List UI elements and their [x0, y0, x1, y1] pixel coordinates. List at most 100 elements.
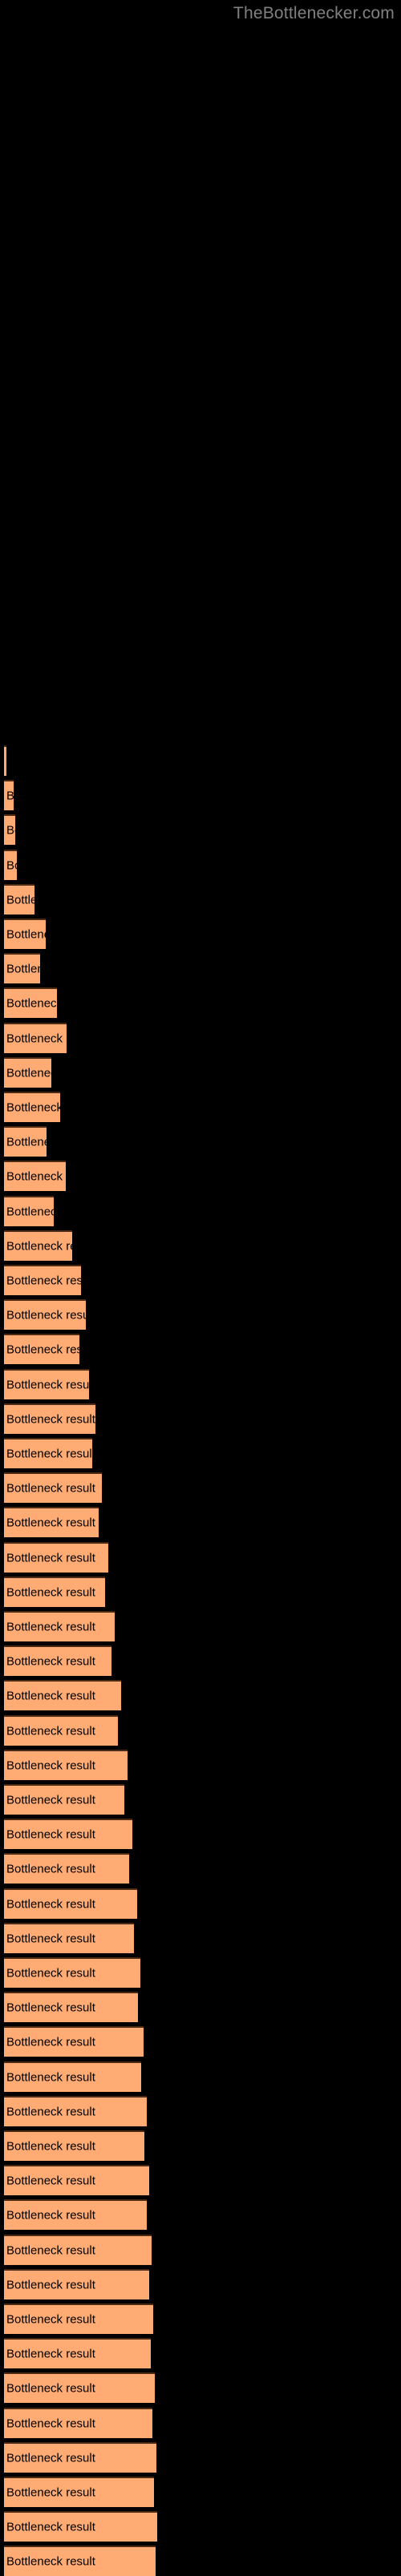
chart-bar[interactable]: Bottleneck result — [4, 1265, 81, 1295]
bar-value-label: Bottleneck result — [6, 2139, 95, 2154]
chart-bar[interactable]: Bottleneck result — [4, 2303, 153, 2334]
bar-value-label: Bottleneck result — [6, 1135, 47, 1149]
chart-bar[interactable]: Bottleneck result — [4, 1161, 66, 1192]
chart-bar[interactable]: Bottleneck result — [4, 919, 46, 949]
bar-row: Bottleneck result — [4, 1888, 137, 1919]
chart-bar[interactable]: Bottleneck result — [4, 1645, 111, 1677]
chart-bar[interactable]: Bottleneck result — [4, 1229, 72, 1261]
bar-row: Bottleneck result — [4, 1611, 115, 1641]
chart-bar[interactable]: Bottleneck result — [4, 849, 17, 880]
chart-bar[interactable]: Bottleneck result — [4, 1611, 115, 1641]
chart-bar[interactable]: Bottleneck result — [4, 2165, 149, 2196]
chart-bar[interactable]: Bottleneck result — [4, 1334, 79, 1365]
bar-value-label: Bottleneck result — [6, 2070, 95, 2085]
chart-bar[interactable]: Bottleneck result — [4, 1576, 105, 1607]
bottleneck-bar-chart: Bottleneck result Bottleneck result Bottle… — [0, 0, 401, 2576]
bar-value-label: Bottleneck result — [6, 1100, 60, 1115]
bar-value-label: Bottleneck result — [6, 2105, 95, 2119]
chart-bar[interactable]: Bottleneck result — [4, 1922, 134, 1953]
chart-bar[interactable]: Bottleneck result — [4, 1403, 95, 1434]
chart-bar[interactable]: Bottleneck result — [4, 1092, 60, 1122]
chart-bar[interactable]: Bottleneck result — [4, 1022, 67, 1053]
bar-row: Bottleneck result — [4, 2234, 152, 2265]
bar-value-label: Bottleneck result — [6, 1447, 92, 1461]
chart-bar[interactable]: Bottleneck result — [4, 780, 14, 811]
bar-value-label: Bottleneck result — [6, 2035, 95, 2049]
bar-row: Bottleneck result — [4, 1853, 129, 1884]
bar-value-label: Bottleneck result — [6, 790, 14, 802]
chart-bar[interactable]: Bottleneck result — [4, 1819, 132, 1850]
bar-value-label: Bottleneck result — [6, 1481, 95, 1496]
chart-bar[interactable]: Bottleneck result — [4, 2407, 152, 2438]
bar-row: Bottleneck result — [4, 1438, 92, 1468]
chart-bar[interactable]: Bottleneck result — [4, 1472, 102, 1504]
bar-row: Bottleneck result — [4, 2061, 141, 2092]
chart-bar[interactable]: Bottleneck result — [4, 1541, 108, 1573]
chart-bar[interactable]: Bottleneck result — [4, 2234, 152, 2265]
chart-bar[interactable]: Bottleneck result — [4, 2199, 147, 2231]
chart-bar[interactable]: Bottleneck result — [4, 1438, 92, 1468]
chart-bar[interactable]: Bottleneck result — [4, 1368, 89, 1399]
bar-value-label: Bottleneck result — [6, 996, 57, 1011]
chart-bar[interactable]: Bottleneck result — [4, 2441, 156, 2473]
chart-bar[interactable]: Bottleneck result — [4, 1126, 47, 1157]
bar-value-label: Bottleneck result — [6, 1343, 79, 1357]
bar-value-label: Bottleneck result — [6, 1516, 95, 1530]
bar-value-label: Bottleneck result — [6, 2243, 95, 2258]
chart-bar[interactable]: Bottleneck result — [4, 1056, 51, 1088]
bar-value-label: Bottleneck result — [6, 1378, 89, 1392]
bar-row: Bottleneck result — [4, 987, 57, 1019]
chart-bar[interactable]: Bottleneck result — [4, 745, 6, 776]
chart-bar[interactable]: Bottleneck result — [4, 2130, 144, 2161]
bar-value-label: Bottleneck result — [6, 2381, 95, 2396]
chart-bar[interactable]: Bottleneck result — [4, 1992, 138, 2023]
chart-bar[interactable]: Bottleneck result — [4, 1299, 86, 1330]
bar-row: Bottleneck result — [4, 2477, 154, 2507]
bar-value-label: Bottleneck result — [6, 858, 17, 873]
bar-value-label: Bottleneck result — [6, 2312, 95, 2327]
chart-bar[interactable]: Bottleneck result — [4, 2477, 154, 2507]
chart-bar[interactable]: Bottleneck result — [4, 883, 34, 915]
chart-bar[interactable]: Bottleneck result — [4, 2268, 149, 2299]
chart-bar[interactable]: Bottleneck result — [4, 2026, 144, 2057]
chart-bar[interactable]: Bottleneck result — [4, 1749, 128, 1780]
bar-row: Bottleneck result — [4, 2511, 157, 2542]
bar-value-label: Bottleneck result — [6, 1032, 67, 1046]
chart-bar[interactable]: Bottleneck result — [4, 1957, 140, 1988]
bar-value-label: Bottleneck result — [6, 2347, 95, 2361]
chart-bar[interactable]: Bottleneck result — [4, 953, 40, 984]
bar-value-label: Bottleneck result — [6, 2417, 95, 2431]
chart-bar[interactable]: Bottleneck result — [4, 2061, 141, 2092]
chart-bar[interactable]: Bottleneck result — [4, 1714, 118, 1746]
chart-bar[interactable]: Bottleneck result — [4, 814, 15, 846]
chart-bar[interactable]: Bottleneck result — [4, 987, 57, 1019]
bar-row: Bottleneck result — [4, 953, 40, 984]
chart-bar[interactable]: Bottleneck result — [4, 2511, 157, 2542]
bar-row: Bottleneck result — [4, 2303, 153, 2334]
bar-value-label: Bottleneck result — [6, 2174, 95, 2188]
chart-bar[interactable]: Bottleneck result — [4, 2095, 147, 2126]
chart-bar[interactable]: Bottleneck result — [4, 1507, 99, 1538]
bar-row: Bottleneck result — [4, 1714, 118, 1746]
chart-bar[interactable]: Bottleneck result — [4, 2546, 156, 2576]
bar-value-label: Bottleneck result — [6, 1827, 95, 1842]
bar-value-label: Bottleneck result — [6, 1274, 81, 1288]
bar-value-label: Bottleneck result — [6, 2208, 95, 2223]
bar-row: Bottleneck result — [4, 1368, 89, 1399]
chart-bar[interactable]: Bottleneck result — [4, 1888, 137, 1919]
bar-value-label: Bottleneck result — [6, 1793, 95, 1807]
chart-bar[interactable]: Bottleneck result — [4, 1680, 121, 1711]
chart-bar[interactable]: Bottleneck result — [4, 2338, 151, 2369]
bar-row: Bottleneck result — [4, 2130, 144, 2161]
bar-row: Bottleneck result — [4, 1749, 128, 1780]
chart-bar[interactable]: Bottleneck result — [4, 2372, 155, 2404]
bar-value-label: Bottleneck result — [6, 1758, 95, 1773]
bar-row: Bottleneck result — [4, 1472, 102, 1504]
bar-row: Bottleneck result — [4, 2338, 151, 2369]
bar-row: Bottleneck result — [4, 1056, 51, 1088]
bar-value-label: Bottleneck result — [6, 1966, 95, 1980]
chart-bar[interactable]: Bottleneck result — [4, 1853, 129, 1884]
chart-bar[interactable]: Bottleneck result — [4, 1784, 124, 1815]
bar-row: Bottleneck result — [4, 1645, 111, 1677]
chart-bar[interactable]: Bottleneck result — [4, 1195, 54, 1226]
